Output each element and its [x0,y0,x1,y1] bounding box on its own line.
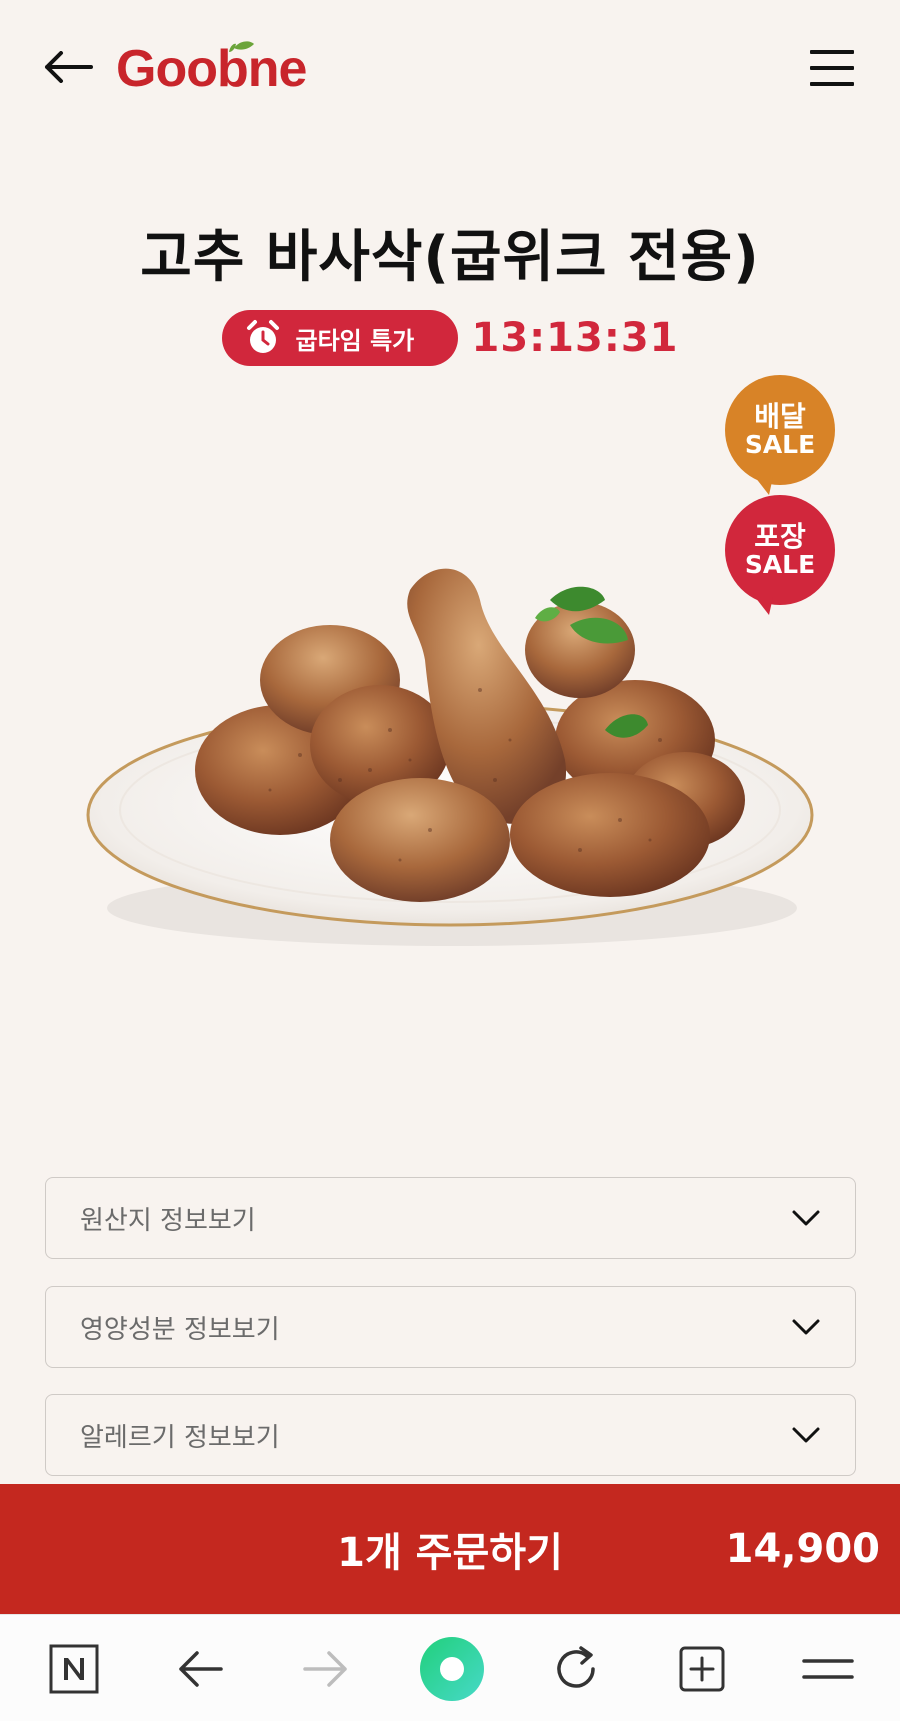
naver-n-icon [49,1644,99,1694]
arrow-left-icon [45,51,93,83]
chevron-down-icon [792,1210,820,1226]
product-image [86,568,814,946]
order-button[interactable]: 1개 주문하기 14,900 [0,1484,900,1614]
chevron-down-icon [792,1319,820,1335]
accordion-label: 원산지 정보보기 [80,1205,256,1236]
accordion-label: 영양성분 정보보기 [80,1314,280,1345]
countdown-timer: 13:13:31 [471,315,679,361]
back-button[interactable] [38,42,98,92]
logo-text: Goobne [116,40,306,98]
naver-home-button[interactable] [39,1637,109,1701]
delivery-sale-line1: 배달 [754,400,806,434]
menu-line [810,66,854,70]
browser-forward-button[interactable] [291,1637,361,1701]
refresh-icon [557,1646,595,1688]
menu-icon [802,1659,854,1679]
product-page: Goobne 고추 바사삭(굽위크 전용) 굽타임 특가 13:13:31 배달… [0,0,900,1721]
browser-refresh-button[interactable] [541,1637,611,1701]
hamburger-menu-button[interactable] [806,46,858,90]
delivery-sale-badge: 배달 SALE [725,375,835,495]
promo-timer-row: 굽타임 특가 13:13:31 [0,310,900,366]
header: Goobne [0,0,900,140]
browser-toolbar [0,1614,900,1721]
promo-badge: 굽타임 특가 [221,310,458,366]
order-price: 14,900 [725,1526,880,1572]
browser-back-button[interactable] [165,1637,235,1701]
new-tab-icon [679,1646,725,1692]
menu-line [810,82,854,86]
logo-mark: Goobne [116,40,306,98]
allergy-info-accordion[interactable]: 알레르기 정보보기 [45,1394,856,1476]
back-arrow-icon [179,1651,223,1687]
nutrition-info-accordion[interactable]: 영양성분 정보보기 [45,1286,856,1368]
delivery-sale-line2: SALE [744,429,816,459]
chevron-down-icon [792,1427,820,1443]
browser-menu-button[interactable] [793,1637,863,1701]
accordion-label: 알레르기 정보보기 [80,1422,280,1453]
origin-info-accordion[interactable]: 원산지 정보보기 [45,1177,856,1259]
browser-new-tab-button[interactable] [667,1637,737,1701]
menu-line [810,50,854,54]
browser-home-button[interactable] [417,1637,487,1701]
goobne-logo[interactable]: Goobne [116,38,306,98]
alarm-clock-icon [246,320,279,353]
product-title: 고추 바사삭(굽위크 전용) [140,225,760,290]
forward-arrow-icon [303,1651,347,1687]
promo-badge-label: 굽타임 특가 [295,326,415,355]
home-circle-icon [420,1637,484,1701]
